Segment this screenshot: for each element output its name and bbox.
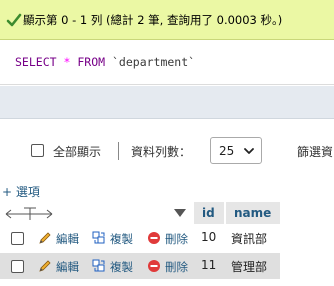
column-header-name-label: name: [234, 206, 272, 220]
sql-star: *: [63, 55, 71, 69]
pencil-icon: [39, 260, 51, 272]
rows-per-page-value: 25: [219, 144, 235, 158]
cell-id: 10: [201, 230, 217, 244]
edit-row-link[interactable]: 編輯: [38, 230, 88, 246]
copy-row-link[interactable]: 複製: [92, 258, 142, 274]
check-icon: [6, 13, 22, 27]
pencil-icon: [39, 232, 51, 244]
column-header-name[interactable]: name: [226, 202, 280, 224]
sql-links-band: [0, 86, 334, 119]
options-link[interactable]: + 選項: [2, 183, 40, 200]
column-header-id[interactable]: id: [194, 202, 224, 224]
column-header-id-label: id: [202, 206, 215, 220]
delete-icon: [148, 232, 160, 244]
delete-row-link[interactable]: 刪除: [147, 258, 197, 274]
copy-row-link[interactable]: 複製: [92, 230, 142, 246]
rows-per-page-label: 資料列數：: [131, 145, 192, 159]
sql-table-name: `department`: [112, 55, 196, 69]
cell-name: 資訊部: [231, 232, 268, 246]
copy-icon: [92, 259, 105, 272]
filter-rows-label: 篩選資: [297, 145, 334, 159]
show-all-label[interactable]: 全部顯示: [53, 143, 101, 160]
display-controls: 全部顯示 資料列數： 25 篩選資: [0, 134, 334, 168]
delete-label: 刪除: [165, 260, 188, 274]
row-select-checkbox[interactable]: [11, 260, 24, 273]
table-row: 編輯 複製 刪除 10 資訊部: [0, 225, 280, 251]
cell-name: 管理部: [231, 260, 268, 274]
sort-desc-icon[interactable]: [174, 209, 186, 218]
edit-label: 編輯: [56, 232, 79, 246]
copy-label: 複製: [110, 260, 133, 274]
edit-row-link[interactable]: 編輯: [38, 258, 88, 274]
delete-row-link[interactable]: 刪除: [147, 230, 197, 246]
table-row: 編輯 複製 刪除 11 管理部: [0, 253, 280, 279]
delete-label: 刪除: [165, 232, 188, 246]
delete-icon: [148, 260, 160, 272]
success-message-bar: 顯示第 0 - 1 列 (總計 2 筆, 查詢用了 0.0003 秒。): [0, 0, 334, 40]
rows-per-page-select[interactable]: 25: [210, 137, 262, 164]
controls-divider: [118, 142, 119, 160]
sql-from-keyword: FROM: [77, 55, 106, 69]
sql-query-box[interactable]: SELECT * FROM `department`: [0, 40, 334, 85]
sql-query-text: SELECT * FROM `department`: [15, 55, 195, 69]
cell-id: 11: [201, 258, 217, 272]
copy-label: 複製: [110, 232, 133, 246]
results-table-header: id name: [0, 202, 280, 224]
success-message-text: 顯示第 0 - 1 列 (總計 2 筆, 查詢用了 0.0003 秒。): [23, 13, 283, 27]
copy-icon: [92, 231, 105, 244]
sql-select-keyword: SELECT: [15, 55, 57, 69]
show-all-checkbox[interactable]: [31, 144, 44, 157]
column-arrows-icon[interactable]: [4, 207, 54, 221]
edit-label: 編輯: [56, 260, 79, 274]
chevron-down-icon: [244, 148, 254, 154]
row-select-checkbox[interactable]: [11, 232, 24, 245]
